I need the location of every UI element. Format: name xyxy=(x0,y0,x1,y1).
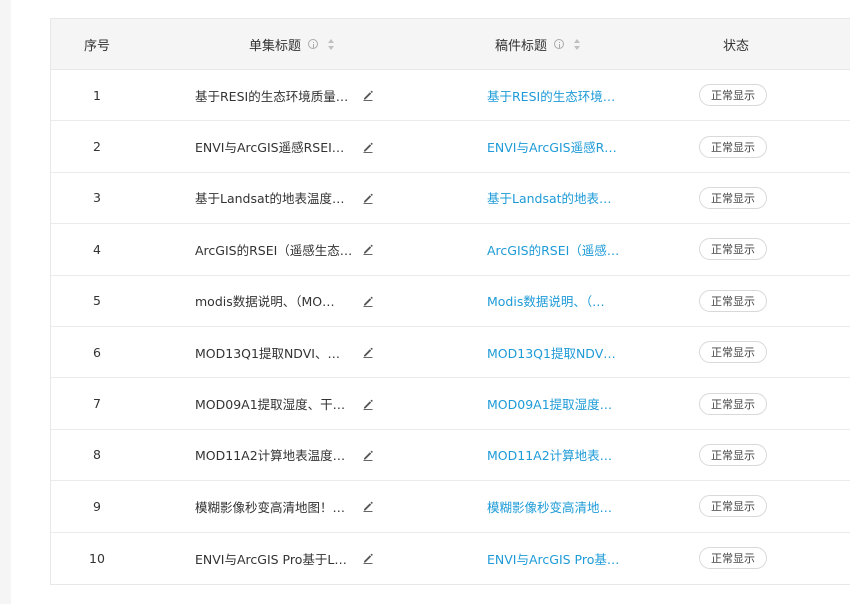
table-row: 6 MOD13Q1提取NDVI、… MOD13Q1提取NDV… 正常显示 xyxy=(51,327,850,379)
edit-pencil-icon[interactable] xyxy=(362,449,374,461)
episode-title: ENVI与ArcGIS Pro基于L… xyxy=(195,551,347,567)
status-badge: 正常显示 xyxy=(699,341,767,364)
edit-pencil-icon[interactable] xyxy=(362,346,374,359)
table-row: 10 ENVI与ArcGIS Pro基于L… ENVI与ArcGIS Pro基… 正常… xyxy=(51,533,850,584)
sort-icon[interactable] xyxy=(573,38,581,51)
sort-icon[interactable] xyxy=(327,38,335,51)
row-index: 1 xyxy=(93,87,101,103)
status-badge: 正常显示 xyxy=(699,547,767,570)
info-icon[interactable] xyxy=(308,39,319,49)
row-index: 2 xyxy=(93,139,101,155)
row-index: 8 xyxy=(93,447,101,463)
status-cell: 正常显示 xyxy=(699,238,767,261)
table-row: 2 ENVI与ArcGIS遥感RSEI… ENVI与ArcGIS遥感R… 正常显示 xyxy=(51,121,850,173)
edit-pencil-icon[interactable] xyxy=(362,500,374,513)
manuscript-title-link[interactable]: Modis数据说明、（… xyxy=(487,291,627,310)
manuscript-title-link[interactable]: ArcGIS的RSEI（遥感… xyxy=(487,240,627,259)
status-cell: 正常显示 xyxy=(699,392,767,415)
episode-title: MOD11A2计算地表温度… xyxy=(195,448,346,464)
episode-title: MOD09A1提取湿度、干… xyxy=(195,397,346,413)
row-index: 9 xyxy=(93,498,101,514)
status-badge: 正常显示 xyxy=(699,186,767,209)
row-index: 10 xyxy=(89,550,105,566)
table-row: 1 基于RESI的生态环境质量… 基于RESI的生态环境… 正常显示 xyxy=(51,70,850,122)
edit-pencil-icon[interactable] xyxy=(362,552,374,565)
edit-pencil-icon[interactable] xyxy=(362,295,374,307)
table-row: 8 MOD11A2计算地表温度… MOD11A2计算地表… 正常显示 xyxy=(51,430,850,482)
status-badge: 正常显示 xyxy=(699,135,767,158)
row-index: 7 xyxy=(93,396,101,412)
status-badge: 正常显示 xyxy=(699,238,767,261)
edit-pencil-icon[interactable] xyxy=(362,243,374,256)
table-row: 4 ArcGIS的RSEI（遥感生态… ArcGIS的RSEI（遥感… 正常显示 xyxy=(51,224,850,276)
status-cell: 正常显示 xyxy=(699,186,767,209)
status-cell: 正常显示 xyxy=(699,135,767,158)
manuscript-title-link[interactable]: MOD11A2计算地表… xyxy=(487,445,627,464)
status-badge: 正常显示 xyxy=(699,495,767,518)
table-row: 3 基于Landsat的地表温度… 基于Landsat的地表… 正常显示 xyxy=(51,173,850,225)
status-cell: 正常显示 xyxy=(699,547,767,570)
episode-title: MOD13Q1提取NDVI、… xyxy=(195,345,340,361)
status-badge: 正常显示 xyxy=(699,289,767,312)
left-panel-edge xyxy=(0,0,11,604)
status-badge: 正常显示 xyxy=(699,392,767,415)
status-badge: 正常显示 xyxy=(699,443,767,466)
status-cell: 正常显示 xyxy=(699,341,767,364)
info-icon[interactable] xyxy=(554,39,565,49)
edit-pencil-icon[interactable] xyxy=(362,89,374,102)
episode-title: ENVI与ArcGIS遥感RSEI… xyxy=(195,140,345,156)
edit-pencil-icon[interactable] xyxy=(362,192,374,204)
manuscript-title-link[interactable]: 模糊影像秒变高清地… xyxy=(487,497,627,516)
episode-title: ArcGIS的RSEI（遥感生态… xyxy=(195,242,353,258)
header-manuscript-title-label: 稿件标题 xyxy=(495,38,548,54)
episode-table: 序号 单集标题 稿件标题 状态 1 基于RESI的生态环境质量… 基于RESI的生态… xyxy=(50,18,850,585)
manuscript-title-link[interactable]: ENVI与ArcGIS Pro基… xyxy=(487,549,627,568)
episode-title: modis数据说明、（MO… xyxy=(195,294,335,310)
row-index: 6 xyxy=(93,344,101,360)
edit-pencil-icon[interactable] xyxy=(362,141,374,153)
header-episode-title: 单集标题 xyxy=(249,35,335,54)
row-index: 3 xyxy=(93,190,101,206)
status-cell: 正常显示 xyxy=(699,289,767,312)
manuscript-title-link[interactable]: 基于Landsat的地表… xyxy=(487,188,627,207)
header-status: 状态 xyxy=(723,38,750,54)
manuscript-title-link[interactable]: ENVI与ArcGIS遥感R… xyxy=(487,137,627,156)
status-cell: 正常显示 xyxy=(699,84,767,107)
manuscript-title-link[interactable]: MOD09A1提取湿度… xyxy=(487,394,627,413)
row-index: 4 xyxy=(93,241,101,257)
manuscript-title-link[interactable]: MOD13Q1提取NDV… xyxy=(487,343,627,362)
table-row: 7 MOD09A1提取湿度、干… MOD09A1提取湿度… 正常显示 xyxy=(51,378,850,430)
episode-title: 模糊影像秒变高清地图！… xyxy=(195,499,346,515)
manuscript-title-link[interactable]: 基于RESI的生态环境… xyxy=(487,86,627,105)
header-episode-title-label: 单集标题 xyxy=(249,38,302,54)
table-header: 序号 单集标题 稿件标题 状态 xyxy=(51,19,850,70)
table-row: 9 模糊影像秒变高清地图！… 模糊影像秒变高清地… 正常显示 xyxy=(51,481,850,533)
row-index: 5 xyxy=(93,293,101,309)
header-index: 序号 xyxy=(83,38,110,54)
episode-title: 基于Landsat的地表温度… xyxy=(195,191,345,207)
episode-title: 基于RESI的生态环境质量… xyxy=(195,88,349,104)
status-cell: 正常显示 xyxy=(699,495,767,518)
status-badge: 正常显示 xyxy=(699,84,767,107)
edit-pencil-icon[interactable] xyxy=(362,398,374,410)
table-row: 5 modis数据说明、（MO… Modis数据说明、（… 正常显示 xyxy=(51,276,850,327)
header-manuscript-title: 稿件标题 xyxy=(495,35,581,54)
status-cell: 正常显示 xyxy=(699,443,767,466)
